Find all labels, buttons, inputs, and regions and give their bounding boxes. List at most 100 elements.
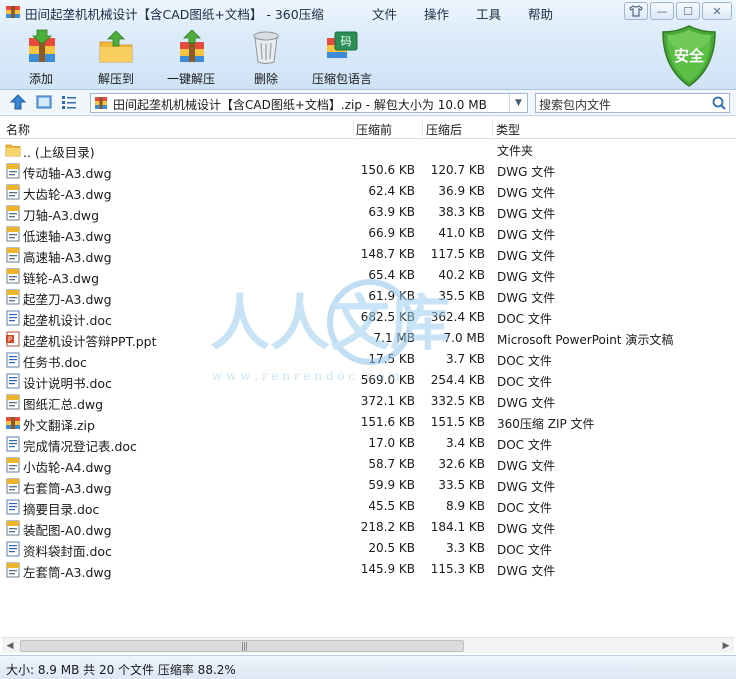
- maximize-button[interactable]: ☐: [676, 2, 700, 20]
- file-size-before: 45.5 KB: [368, 499, 415, 513]
- column-type[interactable]: 类型: [496, 121, 520, 138]
- delete-label: 删除: [253, 72, 278, 86]
- extract-folder-icon: [99, 30, 133, 63]
- up-arrow-icon[interactable]: [9, 94, 27, 110]
- column-divider[interactable]: [492, 119, 493, 137]
- extract-to-button[interactable]: 解压到: [84, 28, 148, 88]
- file-row[interactable]: 外文翻译.zip 151.6 KB 151.5 KB 360压缩 ZIP 文件: [0, 412, 736, 433]
- file-row[interactable]: 传动轴-A3.dwg 150.6 KB 120.7 KB DWG 文件: [0, 160, 736, 181]
- file-size-after: 41.0 KB: [438, 226, 485, 240]
- file-name: 完成情况登记表.doc: [23, 439, 137, 454]
- file-row[interactable]: 大齿轮-A3.dwg 62.4 KB 36.9 KB DWG 文件: [0, 181, 736, 202]
- dwg-file-icon: [5, 562, 21, 578]
- file-size-after: 120.7 KB: [430, 163, 485, 177]
- file-type: DWG 文件: [497, 165, 556, 179]
- file-name: 低速轴-A3.dwg: [23, 229, 112, 244]
- watermark: 人人文库 w w w . r e n r e n d o c . c o m: [210, 279, 450, 383]
- column-divider[interactable]: [353, 119, 354, 137]
- svg-text:w w w . r e n r e n d o c . c: w w w . r e n r e n d o c . c o m: [212, 369, 400, 383]
- file-row[interactable]: 小齿轮-A4.dwg 58.7 KB 32.6 KB DWG 文件: [0, 454, 736, 475]
- column-compressed[interactable]: 压缩前: [356, 121, 392, 138]
- one-click-extract-button[interactable]: 一键解压: [159, 28, 223, 88]
- file-size-before: 63.9 KB: [368, 205, 415, 219]
- file-name: 右套筒-A3.dwg: [23, 481, 112, 496]
- horizontal-scrollbar[interactable]: ◀ ||| ▶: [2, 637, 734, 653]
- file-size-after: 117.5 KB: [430, 247, 485, 261]
- file-row[interactable]: 刀轴-A3.dwg 63.9 KB 38.3 KB DWG 文件: [0, 202, 736, 223]
- doc-file-icon: [5, 541, 21, 557]
- chevron-left-icon: ◀: [6, 641, 14, 651]
- file-row[interactable]: 高速轴-A3.dwg 148.7 KB 117.5 KB DWG 文件: [0, 244, 736, 265]
- column-uncompressed[interactable]: 压缩后: [426, 121, 462, 138]
- file-size-after: 184.1 KB: [430, 520, 485, 534]
- file-name: 刀轴-A3.dwg: [23, 208, 100, 223]
- delete-button[interactable]: 删除: [234, 28, 298, 88]
- search-icon[interactable]: [711, 95, 727, 111]
- file-type: DWG 文件: [497, 564, 556, 578]
- large-icon-view-icon[interactable]: [35, 94, 53, 110]
- file-type: DWG 文件: [497, 522, 556, 536]
- column-divider[interactable]: [422, 119, 423, 137]
- file-type: DWG 文件: [497, 228, 556, 242]
- file-row[interactable]: .. (上级目录) 文件夹: [0, 139, 736, 160]
- path-dropdown-button[interactable]: ▼: [509, 94, 527, 112]
- file-type: DWG 文件: [497, 459, 556, 473]
- file-row[interactable]: 摘要目录.doc 45.5 KB 8.9 KB DOC 文件: [0, 496, 736, 517]
- file-size-after: 33.5 KB: [438, 478, 485, 492]
- file-row[interactable]: 图纸汇总.dwg 372.1 KB 332.5 KB DWG 文件: [0, 391, 736, 412]
- file-type: DWG 文件: [497, 270, 556, 284]
- file-size-after: 36.9 KB: [438, 184, 485, 198]
- file-type: DOC 文件: [497, 354, 552, 368]
- folder-icon: [5, 142, 21, 158]
- dwg-file-icon: [5, 163, 21, 179]
- file-type: DOC 文件: [497, 501, 552, 515]
- menu-file[interactable]: 文件: [372, 4, 397, 23]
- file-row[interactable]: 右套筒-A3.dwg 59.9 KB 33.5 KB DWG 文件: [0, 475, 736, 496]
- file-row[interactable]: 左套筒-A3.dwg 145.9 KB 115.3 KB DWG 文件: [0, 559, 736, 580]
- file-row[interactable]: 完成情况登记表.doc 17.0 KB 3.4 KB DOC 文件: [0, 433, 736, 454]
- file-size-after: 151.5 KB: [430, 415, 485, 429]
- dwg-file-icon: [5, 184, 21, 200]
- minimize-button[interactable]: —: [650, 2, 674, 20]
- address-bar-row: 田间起垄机机械设计【含CAD图纸+文档】.zip - 解包大小为 10.0 MB…: [0, 90, 736, 116]
- file-size-before: 148.7 KB: [360, 247, 415, 261]
- file-type: DOC 文件: [497, 438, 552, 452]
- grip-icon: |||: [241, 642, 248, 652]
- file-row[interactable]: 低速轴-A3.dwg 66.9 KB 41.0 KB DWG 文件: [0, 223, 736, 244]
- dwg-file-icon: [5, 268, 21, 284]
- archive-language-button[interactable]: 码 压缩包语言: [309, 28, 375, 88]
- file-type: 360压缩 ZIP 文件: [497, 417, 595, 431]
- security-shield-button[interactable]: 安全: [661, 24, 717, 88]
- close-button[interactable]: ✕: [702, 2, 732, 20]
- file-name: 设计说明书.doc: [23, 376, 112, 391]
- file-row[interactable]: 装配图-A0.dwg 218.2 KB 184.1 KB DWG 文件: [0, 517, 736, 538]
- add-archive-icon: [29, 29, 55, 62]
- file-type: DOC 文件: [497, 312, 552, 326]
- dwg-file-icon: [5, 289, 21, 305]
- list-view-icon[interactable]: [60, 94, 78, 110]
- add-button[interactable]: 添加: [9, 28, 73, 88]
- search-placeholder: 搜索包内文件: [539, 98, 612, 112]
- column-name[interactable]: 名称: [6, 121, 30, 138]
- file-name: 任务书.doc: [23, 355, 87, 370]
- file-size-before: 151.6 KB: [360, 415, 415, 429]
- scroll-left-button[interactable]: ◀: [2, 638, 18, 654]
- menu-operate[interactable]: 操作: [424, 4, 449, 23]
- scrollbar-thumb[interactable]: |||: [20, 640, 464, 652]
- scroll-right-button[interactable]: ▶: [718, 638, 734, 654]
- file-name: 装配图-A0.dwg: [23, 523, 112, 538]
- file-row[interactable]: 资料袋封面.doc 20.5 KB 3.3 KB DOC 文件: [0, 538, 736, 559]
- menu-help[interactable]: 帮助: [528, 4, 553, 23]
- menu-tools[interactable]: 工具: [476, 4, 501, 23]
- doc-file-icon: [5, 352, 21, 368]
- file-size-after: 38.3 KB: [438, 205, 485, 219]
- skin-button[interactable]: [624, 2, 648, 20]
- extract-to-label: 解压到: [97, 72, 134, 86]
- archive-path-field[interactable]: 田间起垄机机械设计【含CAD图纸+文档】.zip - 解包大小为 10.0 MB…: [90, 93, 528, 113]
- add-label: 添加: [28, 72, 53, 86]
- file-name: 起垄机设计答辩PPT.ppt: [23, 334, 157, 349]
- zip-file-icon: [5, 415, 21, 431]
- search-input[interactable]: 搜索包内文件: [535, 93, 730, 113]
- file-size-before: 150.6 KB: [360, 163, 415, 177]
- file-type: DWG 文件: [497, 249, 556, 263]
